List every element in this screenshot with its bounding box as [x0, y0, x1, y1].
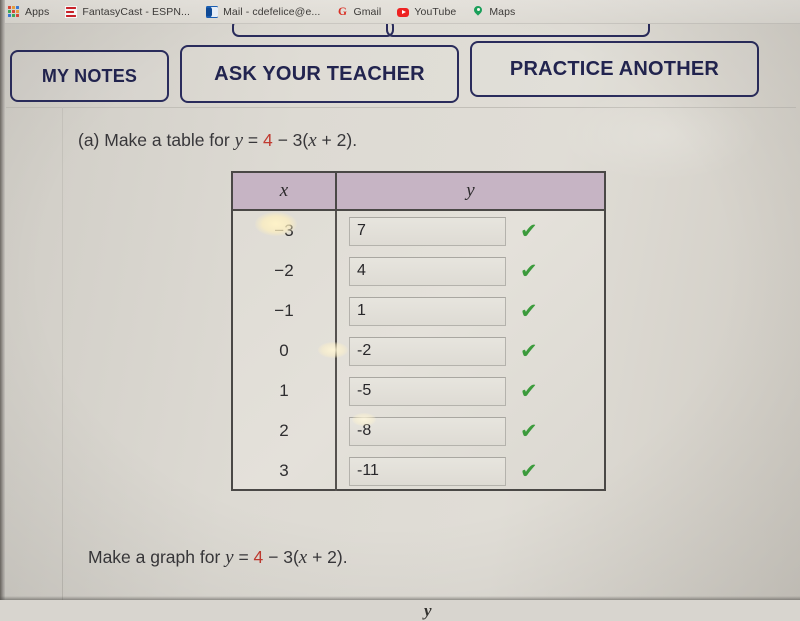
bookmark-gmail[interactable]: G Gmail: [328, 0, 389, 23]
espn-icon: [65, 5, 78, 18]
part-b-prefix: Make a graph for: [88, 547, 226, 567]
bookmark-label: YouTube: [414, 5, 457, 18]
part-b-var-y: y: [225, 547, 234, 568]
part-b-constant: 4: [253, 547, 264, 567]
bookmark-mail[interactable]: Mail - cdefelice@e...: [198, 0, 328, 23]
question-part-a-text: (a) Make a table for y = 4 − 3(x + 2).: [78, 130, 357, 152]
bookmark-label: Maps: [489, 5, 516, 18]
screen-bezel-bottom: [0, 596, 800, 600]
graph-y-axis-label: y: [424, 601, 432, 620]
y-value-input[interactable]: -2: [349, 336, 506, 366]
part-a-prefix: (a) Make a table for: [78, 130, 235, 150]
bookmark-label: Mail - cdefelice@e...: [223, 5, 321, 18]
y-value-input[interactable]: 1: [349, 296, 506, 326]
cell-y-container: 1 ✔: [337, 291, 604, 331]
cell-y-container: -5 ✔: [337, 371, 604, 411]
cell-x-value: 1: [233, 371, 337, 411]
table-header-row: x y: [233, 173, 604, 211]
correct-check-icon: ✔: [520, 299, 538, 323]
y-value-input[interactable]: -8: [349, 416, 506, 446]
practice-another-button[interactable]: PRACTICE ANOTHER: [470, 41, 759, 97]
table-row: 3 -11 ✔: [233, 451, 604, 491]
youtube-icon: [397, 7, 410, 17]
cell-x-value: −2: [233, 251, 337, 291]
gmail-icon: G: [337, 5, 347, 18]
part-a-middle: − 3(: [272, 130, 309, 150]
part-b-middle: − 3(: [263, 547, 299, 567]
part-a-tail: + 2).: [316, 130, 358, 150]
horizontal-divider: [6, 107, 796, 108]
part-b-var-x: x: [298, 547, 308, 568]
column-header-y: y: [466, 180, 475, 201]
part-a-var-y: y: [234, 130, 244, 151]
table-row: 1 -5 ✔: [233, 371, 604, 411]
table-row: −3 7 ✔: [233, 211, 604, 251]
cell-x-value: 3: [233, 451, 337, 491]
y-value-input[interactable]: -5: [349, 376, 506, 406]
outlook-mail-icon: [206, 5, 219, 18]
screen-bezel-left: [0, 0, 5, 600]
part-a-equals: =: [243, 130, 263, 150]
cell-x-value: 2: [233, 411, 337, 451]
cell-y-container: -2 ✔: [337, 331, 604, 371]
correct-check-icon: ✔: [520, 379, 538, 403]
ask-your-teacher-button[interactable]: ASK YOUR TEACHER: [180, 45, 459, 103]
correct-check-icon: ✔: [520, 259, 538, 283]
maps-pin-icon: [472, 6, 484, 18]
table-row: 0 -2 ✔: [233, 331, 604, 371]
cell-x-value: −3: [233, 211, 337, 251]
correct-check-icon: ✔: [520, 459, 538, 483]
cell-y-container: 4 ✔: [337, 251, 604, 291]
bookmark-label: Apps: [25, 5, 50, 18]
y-value-input[interactable]: 7: [349, 216, 506, 246]
bookmark-youtube[interactable]: YouTube: [389, 0, 464, 23]
bookmark-label: FantasyCast - ESPN...: [82, 5, 191, 18]
correct-check-icon: ✔: [520, 219, 538, 243]
cell-y-container: -11 ✔: [337, 451, 604, 491]
table-body: −3 7 ✔ −2 4 ✔ −1 1 ✔ 0 -2 ✔ 1 -5 ✔ 2 -8 ✔ 3 -11 ✔: [233, 211, 604, 491]
vertical-content-divider: [62, 107, 63, 600]
table-row: 2 -8 ✔: [233, 411, 604, 451]
correct-check-icon: ✔: [520, 419, 538, 443]
bookmark-maps[interactable]: Maps: [464, 0, 523, 23]
column-header-x: x: [233, 173, 337, 209]
part-b-tail: + 2).: [307, 547, 348, 567]
part-a-var-x: x: [308, 130, 317, 151]
cell-x-value: −1: [233, 291, 337, 331]
part-a-constant: 4: [263, 130, 273, 150]
y-value-input[interactable]: 4: [349, 256, 506, 286]
table-row: −2 4 ✔: [233, 251, 604, 291]
browser-bookmarks-bar: Apps FantasyCast - ESPN... Mail - cdefel…: [0, 0, 800, 24]
cell-x-value: 0: [233, 331, 337, 371]
correct-check-icon: ✔: [520, 339, 538, 363]
bookmark-label: Gmail: [353, 5, 382, 18]
assignment-page: MY NOTES ASK YOUR TEACHER PRACTICE ANOTH…: [0, 17, 800, 620]
cell-y-container: 7 ✔: [337, 211, 604, 251]
table-row: −1 1 ✔: [233, 291, 604, 331]
question-part-b-text: Make a graph for y = 4 − 3(x + 2).: [88, 547, 348, 569]
values-table: x y −3 7 ✔ −2 4 ✔ −1 1 ✔ 0 -2 ✔ 1 -5 ✔ 2 -8 ✔ 3 -11 ✔: [231, 171, 606, 491]
my-notes-button[interactable]: MY NOTES: [10, 50, 169, 102]
part-b-equals: =: [233, 547, 254, 567]
y-value-input[interactable]: -11: [349, 456, 506, 486]
apps-grid-icon: [8, 5, 20, 18]
cell-y-container: -8 ✔: [337, 411, 604, 451]
bookmark-fantasycast-espn[interactable]: FantasyCast - ESPN...: [57, 0, 198, 23]
bookmark-apps[interactable]: Apps: [0, 0, 57, 23]
